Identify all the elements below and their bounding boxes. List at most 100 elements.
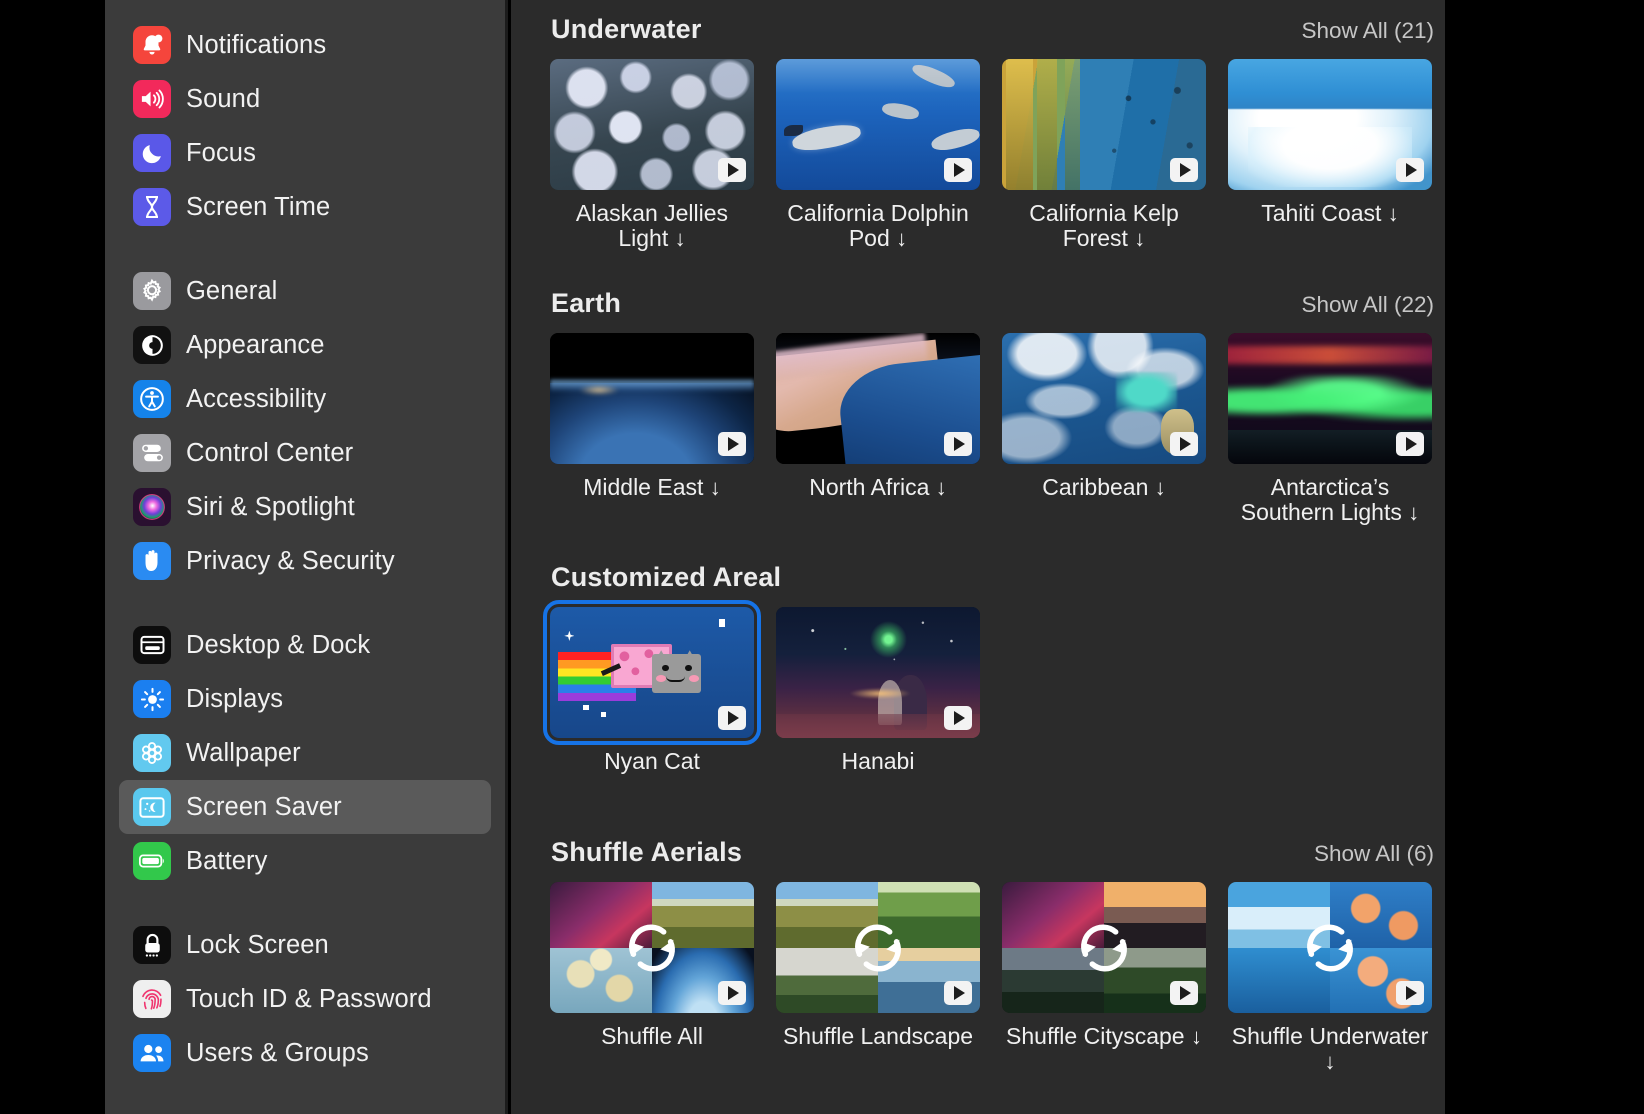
sidebar-item-notifications[interactable]: Notifications: [119, 18, 491, 72]
screensaver-tile-alaskan-jellies-light[interactable]: Alaskan Jellies Light ↓: [550, 59, 754, 251]
sidebar-item-battery[interactable]: Battery: [119, 834, 491, 888]
download-arrow-icon[interactable]: ↓: [710, 475, 721, 500]
download-arrow-icon[interactable]: ↓: [896, 226, 907, 251]
download-arrow-icon[interactable]: ↓: [936, 475, 947, 500]
thumbnail-preview[interactable]: [1002, 333, 1206, 464]
sidebar-group-0: Notifications Sound Focus Screen Time: [105, 18, 505, 234]
sidebar-item-desktop-dock[interactable]: Desktop & Dock: [119, 618, 491, 672]
sidebar-item-accessibility[interactable]: Accessibility: [119, 372, 491, 426]
thumbnail-preview[interactable]: [776, 59, 980, 190]
sidebar-item-label: Notifications: [186, 30, 327, 59]
shuffle-icon: [1297, 915, 1363, 981]
speaker-icon: [133, 80, 171, 118]
users-icon: [133, 1034, 171, 1072]
toggles-icon: [133, 434, 171, 472]
sidebar-item-privacy-security[interactable]: Privacy & Security: [119, 534, 491, 588]
sidebar-item-sound[interactable]: Sound: [119, 72, 491, 126]
show-all-link[interactable]: Show All (22): [1301, 292, 1434, 318]
screensaver-tile-nyan-cat[interactable]: Nyan Cat: [543, 600, 761, 774]
thumbnail-preview[interactable]: [550, 882, 754, 1013]
screensaver-tile-north-africa[interactable]: North Africa ↓: [776, 333, 980, 525]
play-badge-icon: [1396, 432, 1424, 456]
thumbnail-preview[interactable]: [776, 607, 980, 738]
shuffle-icon: [1071, 915, 1137, 981]
shuffle-icon: [855, 923, 901, 972]
sidebar-group-3: Lock Screen Touch ID & Password Users & …: [105, 918, 505, 1080]
download-arrow-icon[interactable]: ↓: [1388, 201, 1399, 226]
tile-label: North Africa: [809, 474, 930, 500]
thumbnail-preview[interactable]: [543, 600, 761, 745]
sidebar-item-focus[interactable]: Focus: [119, 126, 491, 180]
sidebar-item-displays[interactable]: Displays: [119, 672, 491, 726]
thumbnail-preview[interactable]: [1228, 333, 1432, 464]
play-badge-icon: [1396, 981, 1424, 1005]
thumbnail-preview[interactable]: [550, 59, 754, 190]
screensaver-tile-california-dolphin-pod[interactable]: California Dolphin Pod ↓: [776, 59, 980, 251]
screensaver-tile-california-kelp-forest[interactable]: California Kelp Forest ↓: [1002, 59, 1206, 251]
thumbnail-preview[interactable]: [1002, 59, 1206, 190]
sidebar-item-label: Touch ID & Password: [186, 984, 432, 1013]
screensaver-icon: [133, 788, 171, 826]
tile-label: Caribbean: [1042, 474, 1149, 500]
sidebar-item-screen-saver[interactable]: Screen Saver: [119, 780, 491, 834]
sidebar-item-label: Displays: [186, 684, 284, 713]
download-arrow-icon[interactable]: ↓: [1155, 475, 1166, 500]
sidebar-item-screen-time[interactable]: Screen Time: [119, 180, 491, 234]
sidebar-item-general[interactable]: General: [119, 264, 491, 318]
gear-icon: [133, 272, 171, 310]
sidebar-item-wallpaper[interactable]: Wallpaper: [119, 726, 491, 780]
play-badge-icon: [718, 981, 746, 1005]
tile-caption: California Kelp Forest ↓: [1002, 201, 1206, 252]
sidebar-item-lock-screen[interactable]: Lock Screen: [119, 918, 491, 972]
play-badge-icon: [1396, 158, 1424, 182]
thumbnail-preview[interactable]: [776, 333, 980, 464]
download-arrow-icon[interactable]: ↓: [1134, 226, 1145, 251]
section-earth: Earth Show All (22) Middle East ↓ North …: [511, 288, 1445, 525]
download-arrow-icon[interactable]: ↓: [1191, 1024, 1202, 1049]
settings-sidebar[interactable]: Notifications Sound Focus Screen Time Ge…: [105, 0, 508, 1114]
sidebar-item-label: Screen Time: [186, 192, 331, 221]
tile-label: Tahiti Coast: [1261, 200, 1382, 226]
screensaver-tile-shuffle-cityscape[interactable]: Shuffle Cityscape ↓: [1002, 882, 1206, 1074]
screensaver-tile-shuffle-all[interactable]: Shuffle All: [550, 882, 754, 1074]
sidebar-divider-1: [105, 588, 505, 618]
sidebar-item-siri-spotlight[interactable]: Siri & Spotlight: [119, 480, 491, 534]
tile-label: Antarctica’s Southern Lights: [1240, 474, 1402, 525]
section-title: Shuffle Aerials: [551, 837, 743, 867]
play-badge-icon: [944, 706, 972, 730]
sidebar-item-label: Accessibility: [186, 384, 327, 413]
thumbnail-preview[interactable]: [1002, 882, 1206, 1013]
thumbnail-preview[interactable]: [776, 882, 980, 1013]
thumbnail-row: Alaskan Jellies Light ↓ California Dolph…: [511, 59, 1445, 251]
sidebar-item-appearance[interactable]: Appearance: [119, 318, 491, 372]
sidebar-item-touch-id-password[interactable]: Touch ID & Password: [119, 972, 491, 1026]
download-arrow-icon[interactable]: ↓: [675, 226, 686, 251]
sidebar-item-control-center[interactable]: Control Center: [119, 426, 491, 480]
download-arrow-icon[interactable]: ↓: [1408, 500, 1419, 525]
show-all-link[interactable]: Show All (6): [1314, 841, 1434, 867]
thumbnail-preview[interactable]: [1228, 882, 1432, 1013]
sidebar-item-label: General: [186, 276, 278, 305]
play-badge-icon: [944, 981, 972, 1005]
show-all-link[interactable]: Show All (21): [1301, 18, 1434, 44]
tile-label: Shuffle Underwater: [1231, 1023, 1429, 1049]
screensaver-tile-shuffle-underwater[interactable]: Shuffle Underwater ↓: [1228, 882, 1432, 1074]
brightness-icon: [133, 680, 171, 718]
shuffle-icon: [629, 923, 675, 972]
tile-caption: Tahiti Coast ↓: [1228, 200, 1432, 227]
play-badge-icon: [718, 432, 746, 456]
screensaver-tile-caribbean[interactable]: Caribbean ↓: [1002, 333, 1206, 525]
screensaver-tile-hanabi[interactable]: Hanabi: [776, 607, 980, 774]
play-badge-icon: [1170, 158, 1198, 182]
contrast-circle-icon: [133, 326, 171, 364]
screensaver-tile-middle-east[interactable]: Middle East ↓: [550, 333, 754, 525]
sidebar-item-users-groups[interactable]: Users & Groups: [119, 1026, 491, 1080]
download-arrow-icon[interactable]: ↓: [1325, 1049, 1336, 1074]
thumbnail-preview[interactable]: [550, 333, 754, 464]
thumbnail-preview[interactable]: [1228, 59, 1432, 190]
screensaver-tile-tahiti-coast[interactable]: Tahiti Coast ↓: [1228, 59, 1432, 251]
screen-saver-content-pane[interactable]: Underwater Show All (21) Alaskan Jellies…: [511, 0, 1445, 1114]
play-badge-icon: [718, 706, 746, 730]
screensaver-tile-antarctica-s-southern-lights[interactable]: Antarctica’s Southern Lights ↓: [1228, 333, 1432, 525]
screensaver-tile-shuffle-landscape[interactable]: Shuffle Landscape: [776, 882, 980, 1074]
